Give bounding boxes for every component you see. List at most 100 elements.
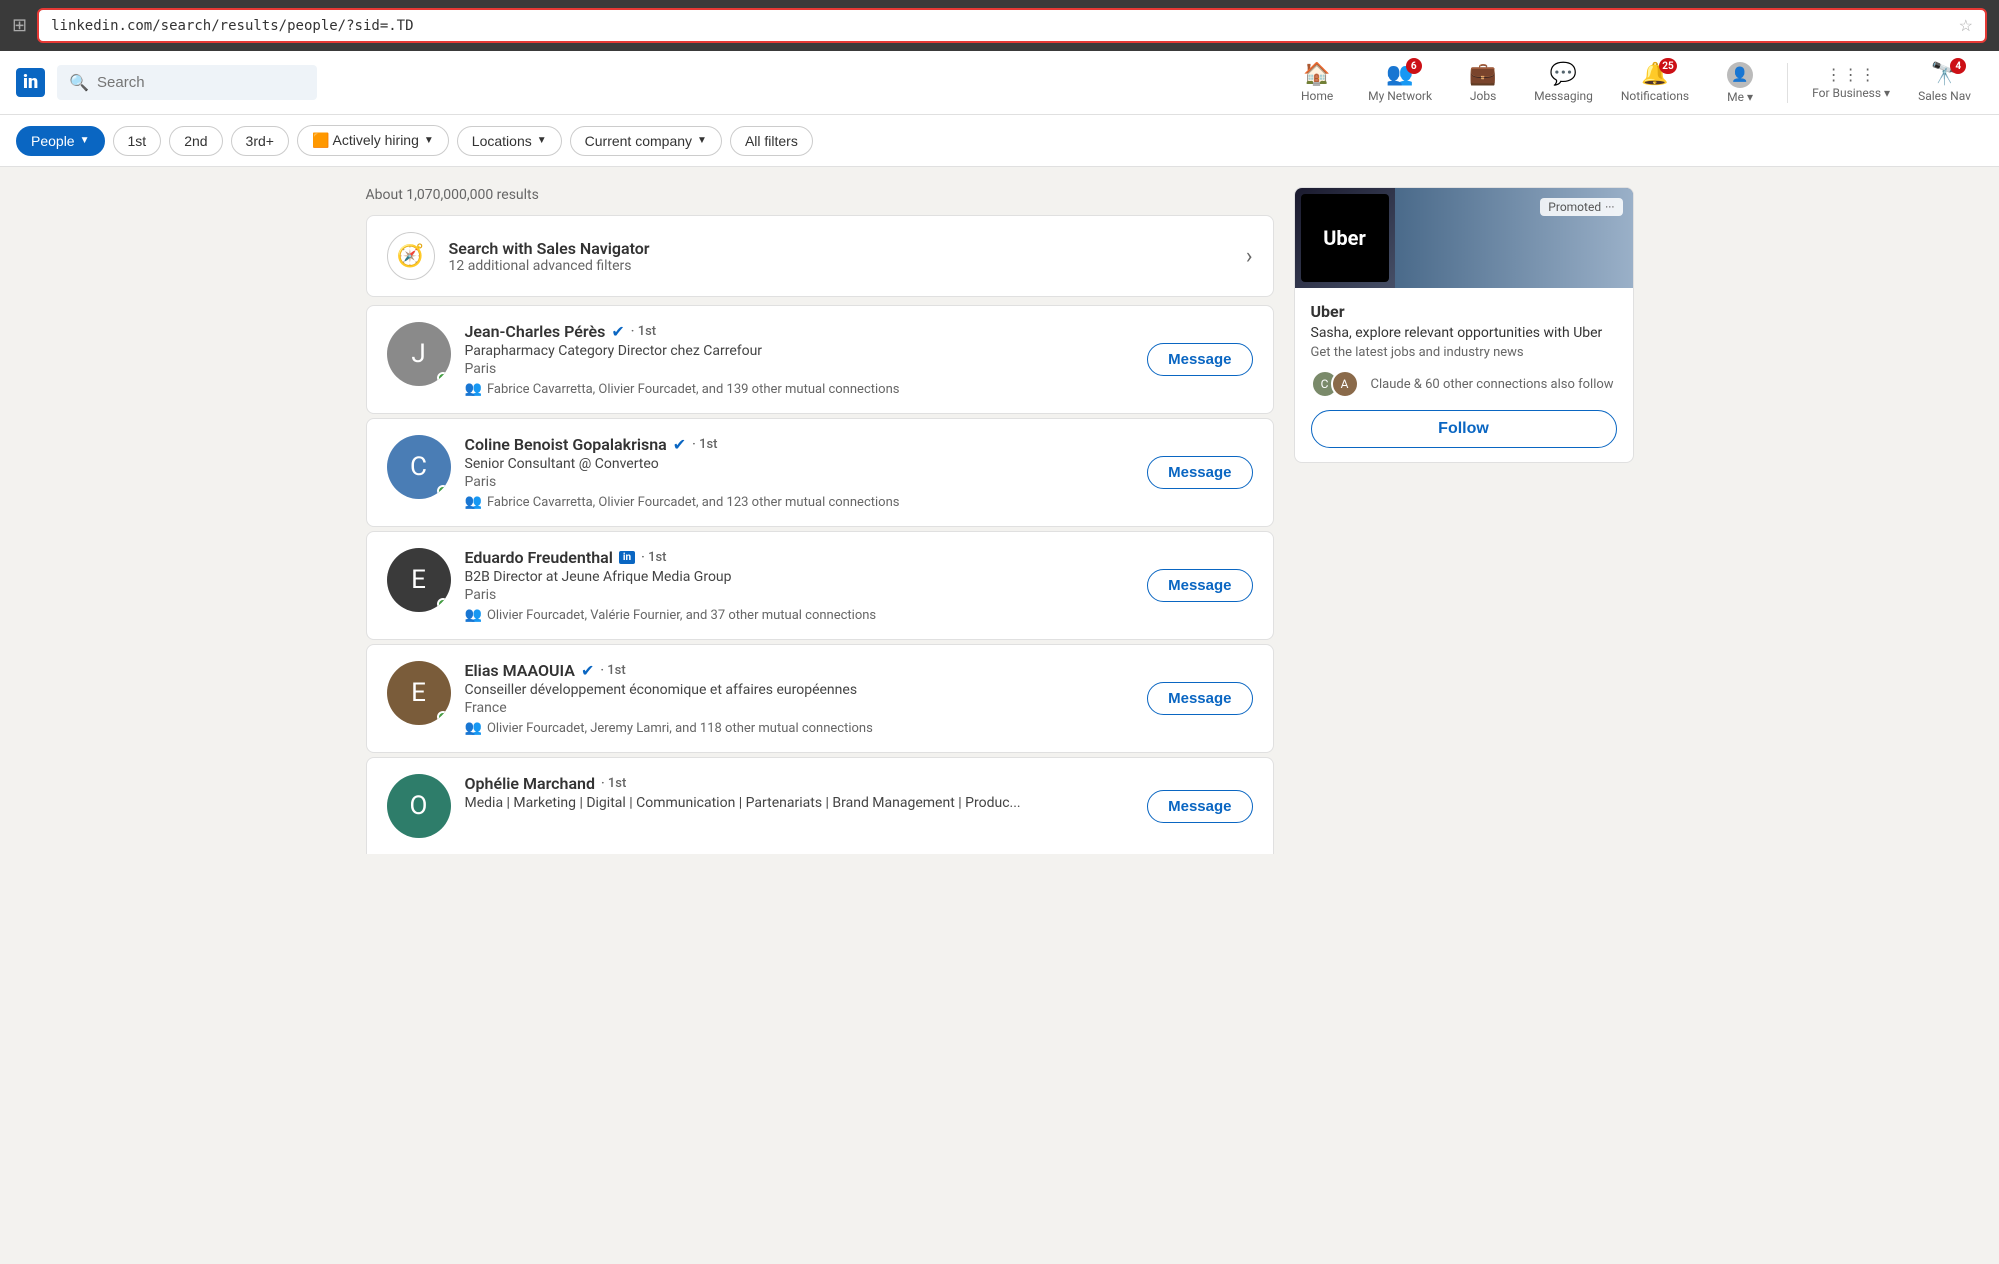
person-location: Paris xyxy=(465,361,1134,377)
degree-badge: · 1st xyxy=(692,437,717,452)
promoted-badge: Promoted ··· xyxy=(1540,198,1622,216)
search-icon: 🔍 xyxy=(69,73,89,92)
follow-button[interactable]: Follow xyxy=(1311,410,1617,448)
degree-badge: · 1st xyxy=(641,550,666,565)
promoted-text: Promoted xyxy=(1548,200,1601,214)
person-info: Ophélie Marchand · 1st Media | Marketing… xyxy=(465,774,1134,813)
nav-me[interactable]: 👤 Me ▾ xyxy=(1705,54,1775,112)
person-title: Media | Marketing | Digital | Communicat… xyxy=(465,795,1134,811)
person-info: Jean-Charles Pérès ✔ · 1st Parapharmacy … xyxy=(465,322,1134,397)
avatar: E xyxy=(387,548,451,612)
in-badge: in xyxy=(619,551,635,564)
person-location: Paris xyxy=(465,587,1134,603)
person-name-row: Jean-Charles Pérès ✔ · 1st xyxy=(465,322,1134,341)
ad-sub: Get the latest jobs and industry news xyxy=(1311,345,1617,360)
table-row: E Elias MAAOUIA ✔ · 1st Conseiller dével… xyxy=(366,644,1274,753)
table-row: C Coline Benoist Gopalakrisna ✔ · 1st Se… xyxy=(366,418,1274,527)
mutual-connections: 👥 Fabrice Cavarretta, Olivier Fourcadet,… xyxy=(465,381,1134,397)
ad-connections: C A Claude & 60 other connections also f… xyxy=(1311,370,1617,398)
message-button[interactable]: Message xyxy=(1147,569,1252,602)
nav-notifications[interactable]: 🔔 25 Notifications xyxy=(1609,54,1701,111)
locations-chevron-down-icon: ▼ xyxy=(537,135,547,146)
filter-actively-hiring[interactable]: 🟧 Actively hiring ▼ xyxy=(297,125,449,156)
person-name: Jean-Charles Pérès xyxy=(465,322,606,341)
verified-icon: ✔ xyxy=(611,322,624,341)
bookmark-icon[interactable]: ☆ xyxy=(1959,16,1973,35)
actively-hiring-chevron-down-icon: ▼ xyxy=(424,135,434,146)
search-input[interactable] xyxy=(97,74,305,91)
nav-home[interactable]: 🏠 Home xyxy=(1282,54,1352,111)
person-name-row: Coline Benoist Gopalakrisna ✔ · 1st xyxy=(465,435,1134,454)
verified-icon: ✔ xyxy=(581,661,594,680)
filter-all-filters[interactable]: All filters xyxy=(730,126,813,156)
message-button[interactable]: Message xyxy=(1147,682,1252,715)
mutual-connections: 👥 Olivier Fourcadet, Valérie Fournier, a… xyxy=(465,607,1134,623)
filter-locations[interactable]: Locations ▼ xyxy=(457,126,562,156)
nav-sales-nav[interactable]: 🔭 4 Sales Nav xyxy=(1906,54,1983,111)
sales-nav-title: Search with Sales Navigator xyxy=(449,239,650,258)
filter-current-company[interactable]: Current company ▼ xyxy=(570,126,722,156)
online-indicator xyxy=(437,485,449,497)
sales-nav-badge: 4 xyxy=(1950,58,1966,74)
person-location: France xyxy=(465,700,1134,716)
results-count: About 1,070,000,000 results xyxy=(366,187,1274,203)
uber-logo: Uber xyxy=(1301,194,1389,282)
connections-icon: 👥 xyxy=(465,720,482,736)
nav-jobs-label: Jobs xyxy=(1470,89,1496,103)
degree-badge: · 1st xyxy=(631,324,656,339)
nav-divider xyxy=(1787,63,1788,103)
person-name-row: Ophélie Marchand · 1st xyxy=(465,774,1134,793)
people-chevron-down-icon: ▼ xyxy=(80,135,90,146)
person-info: Eduardo Freudenthal in · 1st B2B Directo… xyxy=(465,548,1134,623)
nav-my-network-label: My Network xyxy=(1368,89,1432,103)
connections-icon: 👥 xyxy=(465,607,482,623)
ad-card: Uber Promoted ··· Uber Sasha, explore re… xyxy=(1294,187,1634,463)
nav-for-business-label: For Business ▾ xyxy=(1812,86,1890,100)
linkedin-logo[interactable]: in xyxy=(16,68,45,97)
ad-header: Uber Promoted ··· xyxy=(1295,188,1633,288)
filter-2nd[interactable]: 2nd xyxy=(169,126,222,156)
me-avatar: 👤 xyxy=(1727,62,1753,88)
filter-3rd-plus[interactable]: 3rd+ xyxy=(231,126,289,156)
person-info: Elias MAAOUIA ✔ · 1st Conseiller dévelop… xyxy=(465,661,1134,736)
search-bar[interactable]: 🔍 xyxy=(57,65,317,100)
message-button[interactable]: Message xyxy=(1147,790,1252,823)
table-row: J Jean-Charles Pérès ✔ · 1st Parapharmac… xyxy=(366,305,1274,414)
nav-home-label: Home xyxy=(1301,89,1333,103)
main-content: About 1,070,000,000 results 🧭 Search wit… xyxy=(350,187,1650,858)
top-nav: in 🔍 🏠 Home 👥 6 My Network 💼 Jobs 💬 Mess… xyxy=(0,51,1999,115)
person-info: Coline Benoist Gopalakrisna ✔ · 1st Seni… xyxy=(465,435,1134,510)
nav-jobs[interactable]: 💼 Jobs xyxy=(1448,54,1518,111)
filter-people[interactable]: People ▼ xyxy=(16,126,105,156)
person-name: Elias MAAOUIA xyxy=(465,661,575,680)
sales-navigator-card[interactable]: 🧭 Search with Sales Navigator 12 additio… xyxy=(366,215,1274,297)
message-button[interactable]: Message xyxy=(1147,456,1252,489)
avatar: E xyxy=(387,661,451,725)
notifications-badge: 25 xyxy=(1659,58,1676,74)
person-name-row: Elias MAAOUIA ✔ · 1st xyxy=(465,661,1134,680)
ad-avatars: C A xyxy=(1311,370,1351,398)
ad-connections-text: Claude & 60 other connections also follo… xyxy=(1371,377,1614,392)
person-location: Paris xyxy=(465,474,1134,490)
filter-1st[interactable]: 1st xyxy=(113,126,162,156)
sales-nav-text: Search with Sales Navigator 12 additiona… xyxy=(449,239,650,274)
address-bar-inner[interactable]: linkedin.com/search/results/people/?sid=… xyxy=(37,8,1987,43)
message-button[interactable]: Message xyxy=(1147,343,1252,376)
connections-icon: 👥 xyxy=(465,381,482,397)
address-bar: ⊞ linkedin.com/search/results/people/?si… xyxy=(0,0,1999,51)
browser-icon: ⊞ xyxy=(12,15,27,36)
nav-messaging[interactable]: 💬 Messaging xyxy=(1522,54,1605,111)
sales-nav-icon: 🔭 4 xyxy=(1931,62,1958,87)
person-name: Ophélie Marchand xyxy=(465,774,595,793)
nav-messaging-label: Messaging xyxy=(1534,89,1593,103)
mutual-connections: 👥 Fabrice Cavarretta, Olivier Fourcadet,… xyxy=(465,494,1134,510)
nav-my-network[interactable]: 👥 6 My Network xyxy=(1356,54,1444,111)
notifications-icon: 🔔 25 xyxy=(1641,62,1668,87)
messaging-icon: 💬 xyxy=(1550,62,1577,87)
person-name: Eduardo Freudenthal xyxy=(465,548,613,567)
person-name-row: Eduardo Freudenthal in · 1st xyxy=(465,548,1134,567)
ad-tagline: Sasha, explore relevant opportunities wi… xyxy=(1311,325,1617,341)
sales-nav-chevron-right-icon: › xyxy=(1246,244,1253,269)
person-title: B2B Director at Jeune Afrique Media Grou… xyxy=(465,569,1134,585)
nav-for-business[interactable]: ⋮⋮⋮ For Business ▾ xyxy=(1800,57,1902,108)
